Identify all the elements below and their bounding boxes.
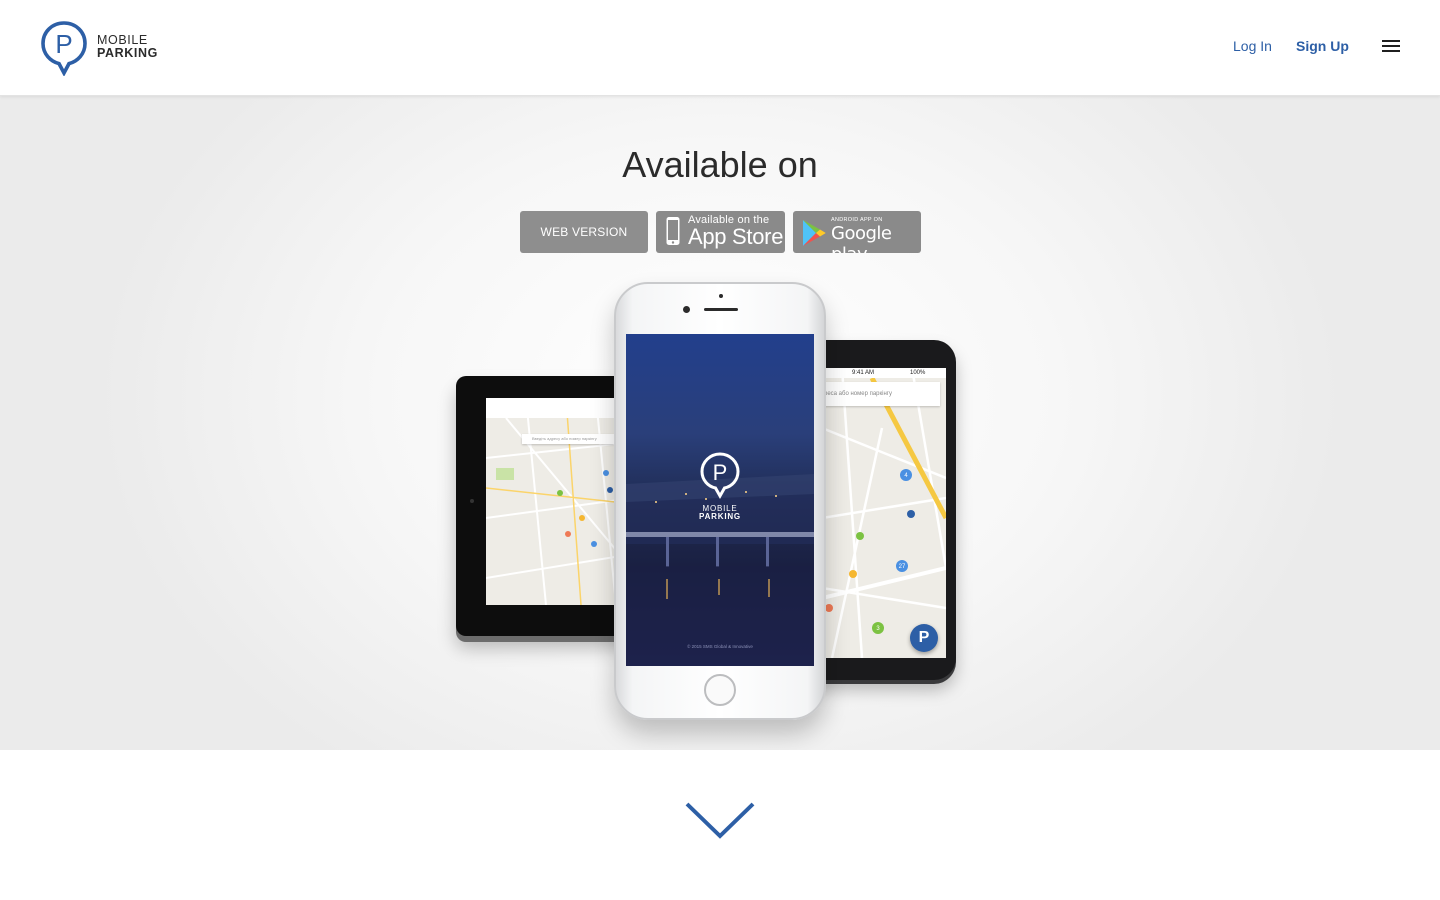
hero-title: Available on	[622, 144, 818, 185]
iphone-home-button	[704, 674, 736, 706]
svg-text:P: P	[713, 460, 728, 485]
android-status-bar: 9:41 AM 100%	[822, 368, 946, 378]
splash-logo-icon: P	[700, 452, 740, 500]
android-map: 4 27 3	[822, 368, 946, 658]
iphone-camera	[683, 306, 690, 313]
hamburger-icon[interactable]	[1382, 40, 1404, 56]
brand-name: MOBILE PARKING	[97, 34, 158, 60]
chevron-down-icon[interactable]	[684, 800, 756, 840]
android-parking-fab: P	[910, 624, 938, 652]
splash-copyright: © 2015 SMS Global & Innovative	[687, 644, 753, 649]
android-search-field: реса або номер паркінгу	[822, 382, 940, 406]
app-store-button[interactable]: Available on the App Store	[656, 211, 785, 253]
brand-line-2: PARKING	[97, 46, 158, 60]
iphone-speaker	[704, 308, 738, 311]
android-map-screen: 4 27 3 9:41 AM 100% реса або номер паркі…	[822, 368, 946, 658]
splash-line-2: PARKING	[699, 512, 741, 521]
tablet-search-field: Введіть адресу або номер паркінгу	[522, 434, 614, 444]
iphone-icon	[666, 217, 680, 245]
splash-brand-name: MOBILE PARKING	[626, 505, 814, 521]
parking-pin-icon: P	[41, 21, 87, 76]
iphone-splash-screen: P MOBILE PARKING © 2015 SMS Global & Inn…	[626, 334, 814, 666]
night-city-illustration	[626, 474, 814, 666]
web-version-button[interactable]: WEB VERSION	[520, 211, 648, 253]
devices-illustration: Введіть адресу або номер паркінгу 4 27 3…	[440, 282, 1000, 750]
iphone-device: P MOBILE PARKING © 2015 SMS Global & Inn…	[614, 282, 826, 720]
android-status-battery: 100%	[910, 370, 926, 376]
signup-link[interactable]: Sign Up	[1296, 38, 1349, 54]
google-play-icon	[803, 220, 826, 246]
android-status-time: 9:41 AM	[852, 370, 875, 376]
google-play-big-text: Google play	[831, 223, 892, 253]
site-header: P MOBILE PARKING Log In Sign Up	[0, 0, 1440, 96]
hero-section: Available on WEB VERSION Available on th…	[0, 96, 1440, 750]
google-play-button[interactable]: ANDROID APP ON Google play	[793, 211, 921, 253]
iphone-sensor	[719, 294, 723, 298]
svg-text:P: P	[55, 29, 72, 59]
login-link[interactable]: Log In	[1233, 38, 1272, 54]
web-version-label: WEB VERSION	[540, 225, 628, 239]
app-store-big-text: App Store	[688, 224, 784, 249]
tablet-camera	[470, 499, 474, 503]
brand-logo[interactable]: P MOBILE PARKING	[40, 20, 170, 76]
svg-text:27: 27	[899, 564, 906, 570]
